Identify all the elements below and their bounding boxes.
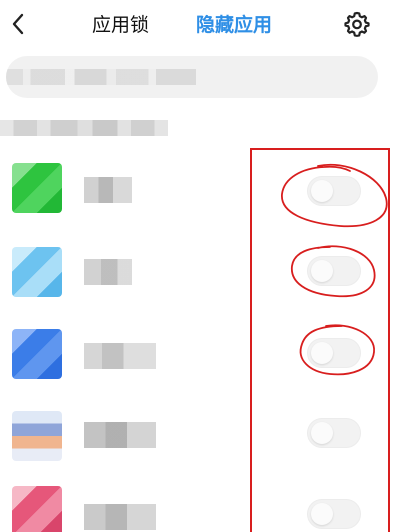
app-icon <box>12 247 62 297</box>
search-placeholder-blur <box>6 69 196 85</box>
section-label <box>0 114 170 142</box>
app-name-blur <box>84 177 132 203</box>
app-icon <box>12 329 62 379</box>
app-name-blur <box>84 422 156 448</box>
gear-icon <box>344 11 370 37</box>
annotation-rectangle <box>250 148 390 532</box>
section-label-blur <box>0 120 168 136</box>
app-name-blur <box>84 504 156 530</box>
app-icon <box>12 486 62 532</box>
tab-hidden-apps[interactable]: 隐藏应用 <box>196 12 272 38</box>
settings-button[interactable] <box>343 10 371 38</box>
app-name-blur <box>84 343 156 369</box>
top-bar: 应用锁 隐藏应用 <box>0 0 400 50</box>
app-icon <box>12 411 62 461</box>
chevron-left-icon <box>12 13 24 35</box>
app-icon <box>12 163 62 213</box>
back-button[interactable] <box>6 10 30 38</box>
search-input[interactable] <box>6 56 378 98</box>
tab-app-lock[interactable]: 应用锁 <box>92 12 149 38</box>
app-name-blur <box>84 259 132 285</box>
